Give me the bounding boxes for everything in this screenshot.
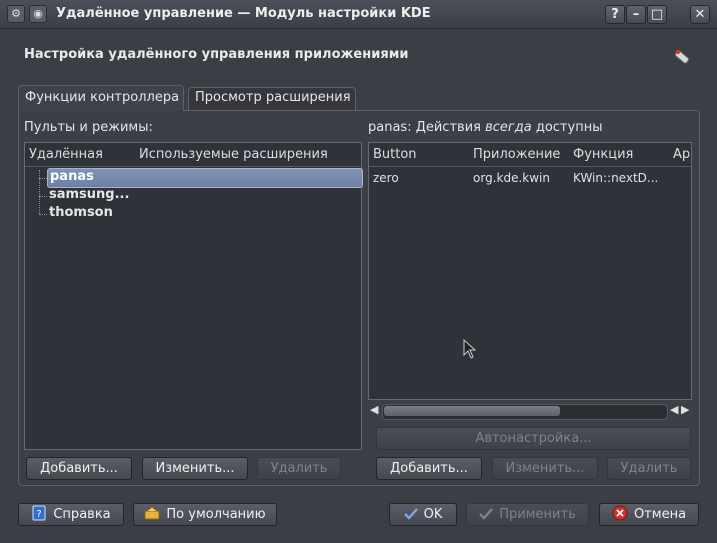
tree-branch-tick <box>39 196 47 198</box>
help-button-label: Справка <box>53 507 111 522</box>
tree-branch-line <box>39 170 41 214</box>
tree-item-panas[interactable]: panas <box>47 168 363 188</box>
tree-branch-tick <box>39 178 47 180</box>
scroll-right-icon[interactable]: ▶ <box>681 403 689 416</box>
mouse-cursor-icon <box>463 338 477 363</box>
actions-label-suffix: доступны <box>531 120 603 135</box>
left-remove-button[interactable]: Удалить <box>257 457 341 480</box>
column-header-function[interactable]: Функция <box>573 147 633 162</box>
right-remove-button[interactable]: Удалить <box>607 457 691 480</box>
defaults-button-label: По умолчанию <box>166 507 266 522</box>
remote-control-icon <box>672 47 692 67</box>
page-title: Настройка удалённого управления приложен… <box>24 47 409 62</box>
ok-button[interactable]: OK <box>389 503 457 526</box>
tab-controller-functions[interactable]: Функции контроллера <box>18 85 184 111</box>
pin-icon[interactable]: ◉ <box>29 5 47 23</box>
cancel-icon <box>612 505 628 521</box>
tree-branch-tick <box>39 214 47 216</box>
column-header-button[interactable]: Button <box>373 147 417 162</box>
window-title: Удалённое управление — Модуль настройки … <box>56 6 431 21</box>
apply-button[interactable]: Применить <box>466 503 589 526</box>
help-window-button[interactable]: ? <box>605 5 625 24</box>
apply-check-icon <box>479 507 494 523</box>
defaults-icon <box>144 505 160 521</box>
actions-label: panas: Действия всегда доступны <box>368 120 602 135</box>
table-cell-application[interactable]: org.kde.kwin <box>473 171 550 185</box>
help-book-icon: ? <box>31 505 47 521</box>
right-edit-button[interactable]: Изменить... <box>492 457 598 480</box>
column-header-application[interactable]: Приложение <box>473 147 560 162</box>
column-header-extra[interactable]: Ар <box>673 147 690 162</box>
actions-label-prefix: panas: Действия <box>368 120 486 135</box>
help-button[interactable]: ? Справка <box>18 503 124 526</box>
scroll-track[interactable] <box>382 404 668 420</box>
cancel-button-label: Отмена <box>633 507 687 522</box>
maximize-button[interactable]: □ <box>647 5 667 24</box>
scroll-thumb[interactable] <box>384 406 560 416</box>
tree-item-samsung[interactable]: samsung... <box>47 186 361 204</box>
left-add-button[interactable]: Добавить... <box>26 457 132 480</box>
close-button[interactable]: ✕ <box>690 5 710 24</box>
app-menu-icon[interactable]: ⚙ <box>7 5 25 23</box>
column-header-extensions[interactable]: Используемые расширения <box>139 147 328 162</box>
svg-text:?: ? <box>37 509 42 520</box>
horizontal-scrollbar[interactable]: ◀ ◀ ▶ <box>368 402 692 420</box>
header-divider <box>369 166 691 167</box>
defaults-button[interactable]: По умолчанию <box>133 503 277 526</box>
auto-setup-button[interactable]: Автонастройка... <box>376 427 691 450</box>
minimize-button[interactable]: – <box>626 5 646 24</box>
actions-label-emphasis: всегда <box>485 120 532 135</box>
left-edit-button[interactable]: Изменить... <box>142 457 248 480</box>
right-add-button[interactable]: Добавить... <box>376 457 482 480</box>
actions-table[interactable]: Button Приложение Функция Ар zero org.kd… <box>368 142 692 400</box>
cancel-button[interactable]: Отмена <box>599 503 699 526</box>
table-cell-function[interactable]: KWin::nextD... <box>573 171 658 185</box>
remotes-tree[interactable]: Удалённая Используемые расширения panas … <box>24 142 363 450</box>
apply-button-label: Применить <box>499 507 576 522</box>
table-cell-button[interactable]: zero <box>373 171 399 185</box>
remotes-label: Пульты и режимы: <box>24 120 153 135</box>
header-divider <box>25 166 361 167</box>
check-icon <box>403 507 418 523</box>
column-header-remote[interactable]: Удалённая <box>29 147 103 162</box>
scroll-left-end-icon[interactable]: ◀ <box>670 403 678 416</box>
ok-button-label: OK <box>423 507 443 522</box>
tab-extension-view[interactable]: Просмотр расширения <box>188 87 356 110</box>
scroll-left-icon[interactable]: ◀ <box>370 403 378 416</box>
tree-item-thomson[interactable]: thomson <box>47 204 361 222</box>
